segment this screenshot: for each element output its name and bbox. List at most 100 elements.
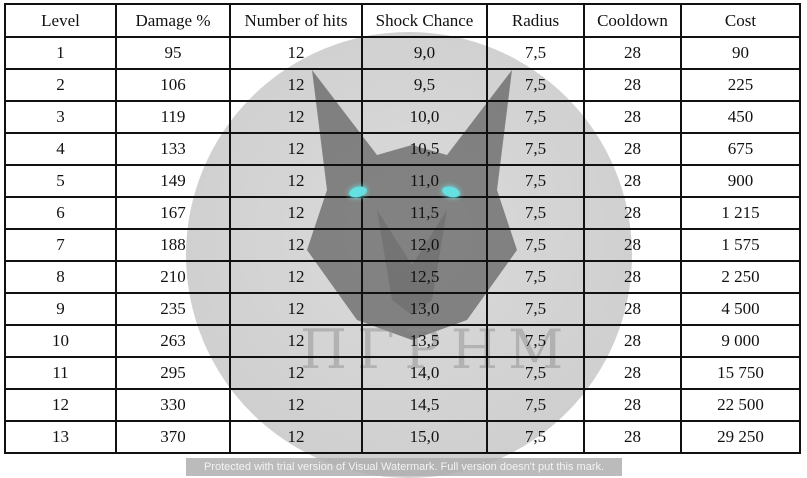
- table-row: 9 235 12 13,0 7,5 28 4 500: [4, 292, 801, 326]
- cell-damage-percent: 330: [115, 388, 231, 422]
- cell-radius: 7,5: [486, 164, 585, 198]
- cell-shock-chance: 14,5: [361, 388, 488, 422]
- cell-number-of-hits: 12: [229, 36, 363, 70]
- cell-shock-chance: 9,0: [361, 36, 488, 70]
- cell-cooldown: 28: [583, 68, 682, 102]
- table-row: 13 370 12 15,0 7,5 28 29 250: [4, 420, 801, 454]
- cell-radius: 7,5: [486, 292, 585, 326]
- cell-level: 8: [4, 260, 117, 294]
- cell-level: 1: [4, 36, 117, 70]
- table-row: 6 167 12 11,5 7,5 28 1 215: [4, 196, 801, 230]
- cell-number-of-hits: 12: [229, 100, 363, 134]
- cell-level: 7: [4, 228, 117, 262]
- table-row: 3 119 12 10,0 7,5 28 450: [4, 100, 801, 134]
- table-row: 5 149 12 11,0 7,5 28 900: [4, 164, 801, 198]
- cell-radius: 7,5: [486, 196, 585, 230]
- cell-level: 6: [4, 196, 117, 230]
- cell-damage-percent: 149: [115, 164, 231, 198]
- header-number-of-hits: Number of hits: [229, 3, 363, 38]
- cell-level: 10: [4, 324, 117, 358]
- cell-level: 3: [4, 100, 117, 134]
- cell-shock-chance: 11,5: [361, 196, 488, 230]
- cell-shock-chance: 9,5: [361, 68, 488, 102]
- table-row: 12 330 12 14,5 7,5 28 22 500: [4, 388, 801, 422]
- cell-cost: 15 750: [680, 356, 801, 390]
- cell-radius: 7,5: [486, 260, 585, 294]
- skill-level-table: Level Damage % Number of hits Shock Chan…: [4, 3, 801, 454]
- cell-damage-percent: 295: [115, 356, 231, 390]
- cell-shock-chance: 14,0: [361, 356, 488, 390]
- cell-number-of-hits: 12: [229, 324, 363, 358]
- header-level: Level: [4, 3, 117, 38]
- cell-damage-percent: 210: [115, 260, 231, 294]
- cell-level: 4: [4, 132, 117, 166]
- header-radius: Radius: [486, 3, 585, 38]
- cell-cost: 225: [680, 68, 801, 102]
- cell-number-of-hits: 12: [229, 68, 363, 102]
- cell-level: 9: [4, 292, 117, 326]
- table-row: 10 263 12 13,5 7,5 28 9 000: [4, 324, 801, 358]
- cell-cost: 9 000: [680, 324, 801, 358]
- cell-cost: 1 575: [680, 228, 801, 262]
- cell-number-of-hits: 12: [229, 164, 363, 198]
- cell-radius: 7,5: [486, 356, 585, 390]
- cell-cooldown: 28: [583, 196, 682, 230]
- cell-radius: 7,5: [486, 420, 585, 454]
- cell-cost: 90: [680, 36, 801, 70]
- table-row: 1 95 12 9,0 7,5 28 90: [4, 36, 801, 70]
- cell-cooldown: 28: [583, 132, 682, 166]
- table-row: 4 133 12 10,5 7,5 28 675: [4, 132, 801, 166]
- cell-damage-percent: 119: [115, 100, 231, 134]
- cell-damage-percent: 370: [115, 420, 231, 454]
- cell-cooldown: 28: [583, 164, 682, 198]
- cell-number-of-hits: 12: [229, 260, 363, 294]
- cell-cost: 900: [680, 164, 801, 198]
- cell-cost: 1 215: [680, 196, 801, 230]
- cell-damage-percent: 167: [115, 196, 231, 230]
- cell-damage-percent: 188: [115, 228, 231, 262]
- cell-shock-chance: 10,5: [361, 132, 488, 166]
- table-row: 7 188 12 12,0 7,5 28 1 575: [4, 228, 801, 262]
- cell-shock-chance: 15,0: [361, 420, 488, 454]
- cell-level: 12: [4, 388, 117, 422]
- cell-cooldown: 28: [583, 100, 682, 134]
- cell-cost: 29 250: [680, 420, 801, 454]
- header-shock-chance: Shock Chance: [361, 3, 488, 38]
- cell-cost: 22 500: [680, 388, 801, 422]
- cell-number-of-hits: 12: [229, 420, 363, 454]
- cell-cooldown: 28: [583, 292, 682, 326]
- cell-cooldown: 28: [583, 420, 682, 454]
- cell-cooldown: 28: [583, 388, 682, 422]
- cell-level: 13: [4, 420, 117, 454]
- cell-radius: 7,5: [486, 228, 585, 262]
- header-cooldown: Cooldown: [583, 3, 682, 38]
- cell-number-of-hits: 12: [229, 228, 363, 262]
- cell-radius: 7,5: [486, 36, 585, 70]
- cell-radius: 7,5: [486, 132, 585, 166]
- table-header-row: Level Damage % Number of hits Shock Chan…: [4, 3, 801, 38]
- header-damage-percent: Damage %: [115, 3, 231, 38]
- cell-level: 2: [4, 68, 117, 102]
- cell-cooldown: 28: [583, 36, 682, 70]
- cell-damage-percent: 263: [115, 324, 231, 358]
- cell-cost: 4 500: [680, 292, 801, 326]
- table-row: 2 106 12 9,5 7,5 28 225: [4, 68, 801, 102]
- cell-shock-chance: 10,0: [361, 100, 488, 134]
- cell-damage-percent: 95: [115, 36, 231, 70]
- cell-radius: 7,5: [486, 68, 585, 102]
- cell-shock-chance: 11,0: [361, 164, 488, 198]
- cell-level: 11: [4, 356, 117, 390]
- cell-number-of-hits: 12: [229, 196, 363, 230]
- cell-cooldown: 28: [583, 228, 682, 262]
- cell-cooldown: 28: [583, 356, 682, 390]
- cell-cooldown: 28: [583, 260, 682, 294]
- cell-shock-chance: 12,5: [361, 260, 488, 294]
- table-row: 8 210 12 12,5 7,5 28 2 250: [4, 260, 801, 294]
- cell-cooldown: 28: [583, 324, 682, 358]
- cell-cost: 2 250: [680, 260, 801, 294]
- cell-damage-percent: 235: [115, 292, 231, 326]
- cell-cost: 450: [680, 100, 801, 134]
- cell-number-of-hits: 12: [229, 292, 363, 326]
- cell-damage-percent: 106: [115, 68, 231, 102]
- header-cost: Cost: [680, 3, 801, 38]
